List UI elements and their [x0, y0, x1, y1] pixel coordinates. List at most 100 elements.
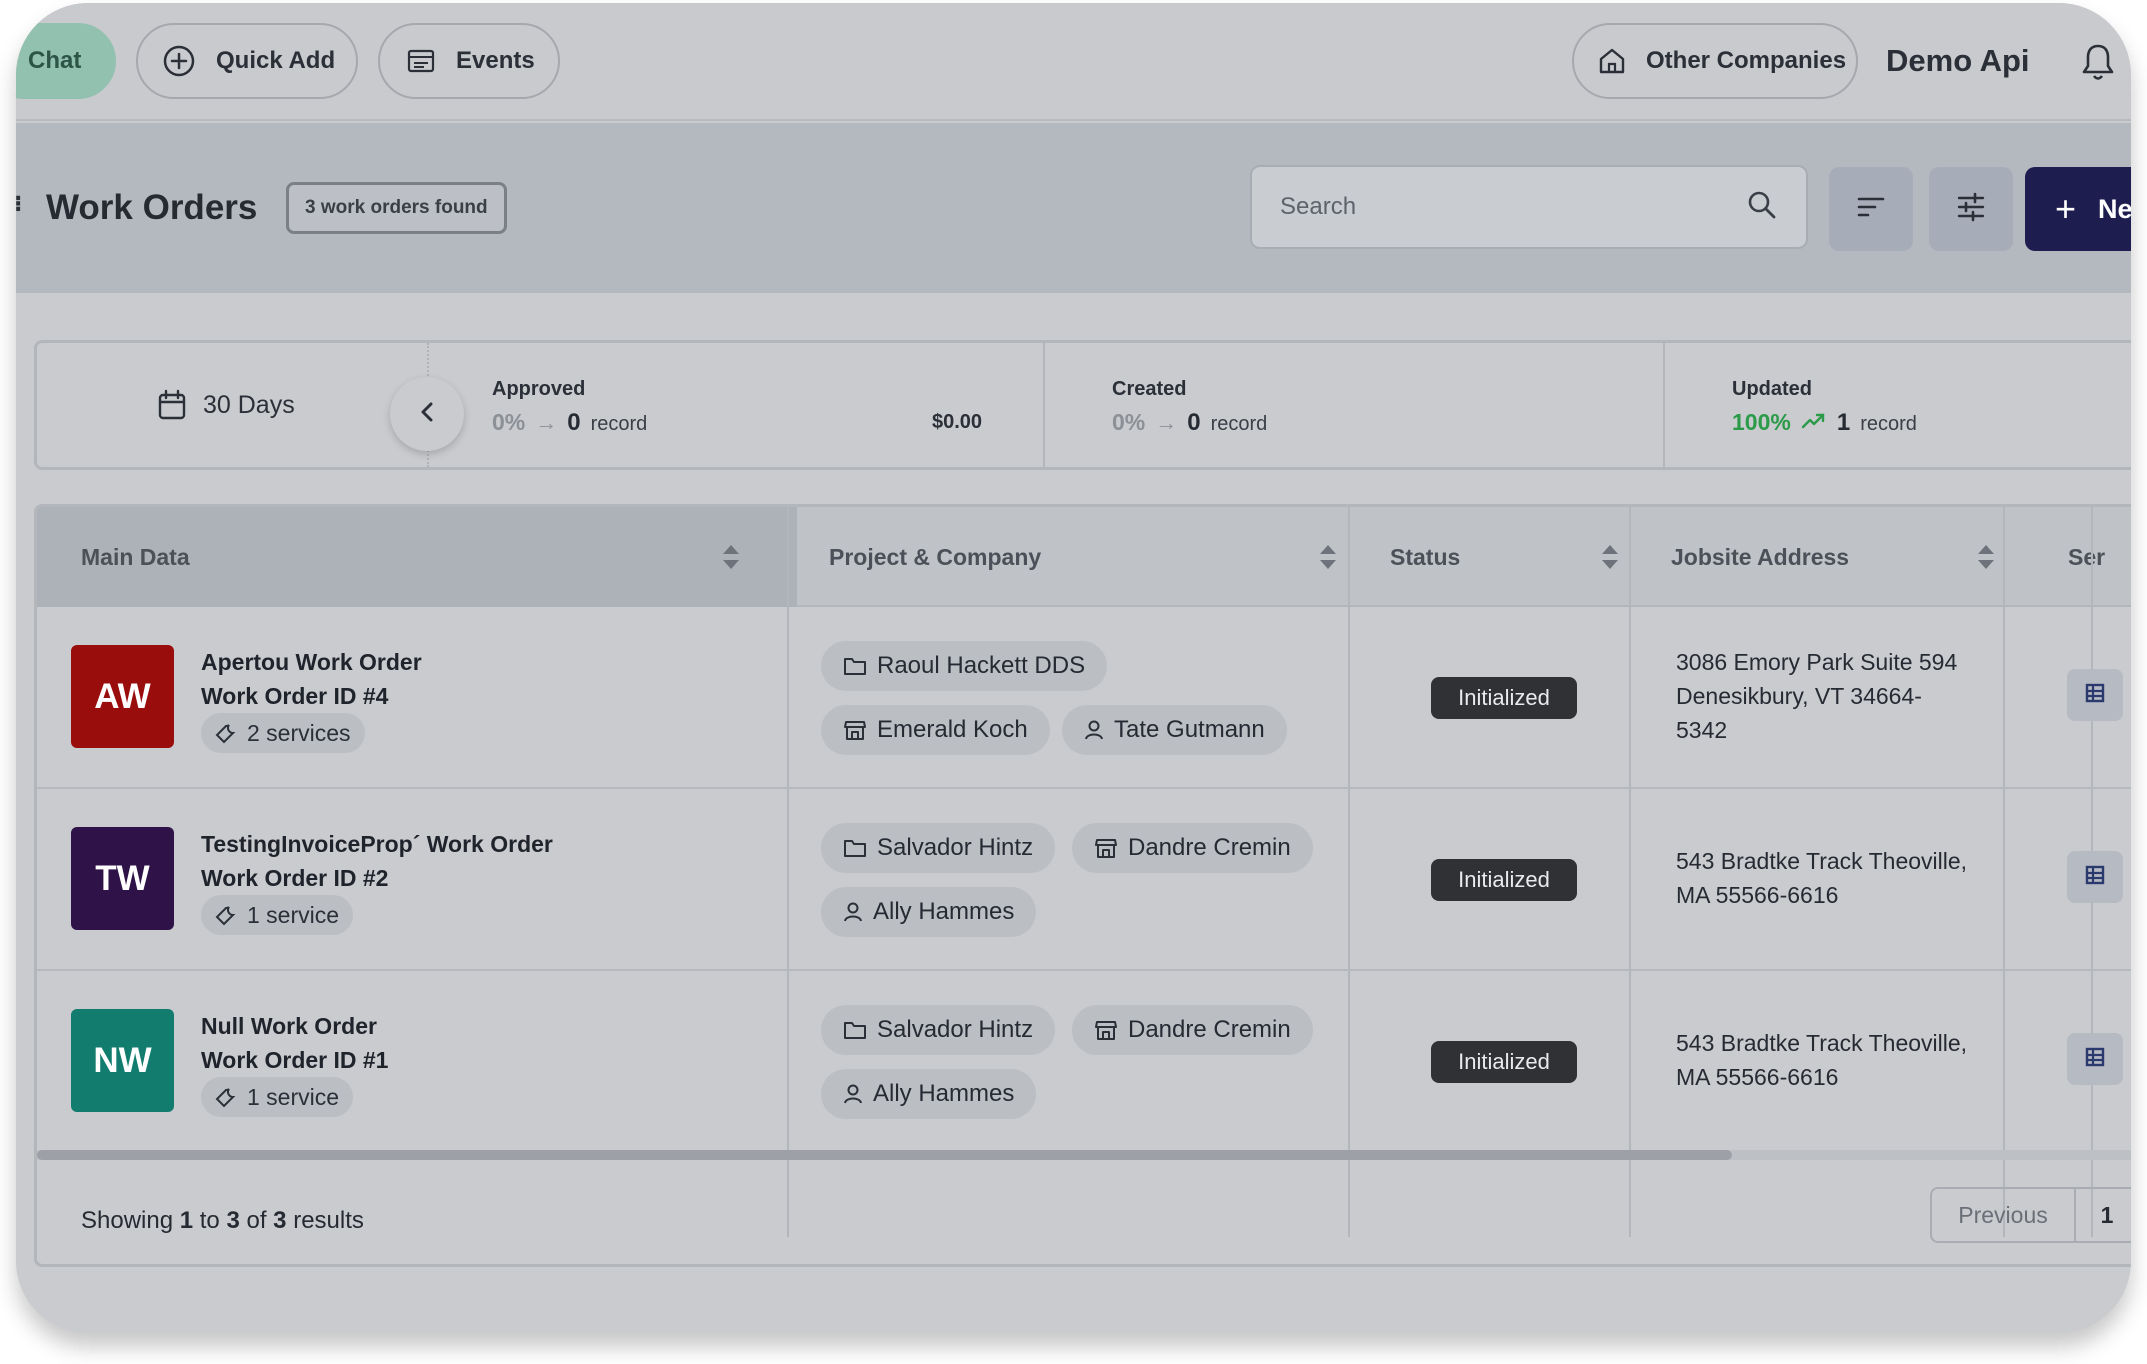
work-order-title[interactable]: TestingInvoiceProp´ Work Order Work Orde… — [201, 827, 553, 895]
column-header-project-company[interactable]: Project & Company — [829, 507, 1389, 607]
folder-icon — [843, 656, 867, 676]
company-chip[interactable]: Dandre Cremin — [1072, 1005, 1313, 1055]
stat-approved: Approved 0% → 0 record — [492, 378, 647, 437]
column-label: Status — [1390, 543, 1461, 570]
stat-percent: 0% — [1112, 409, 1146, 435]
table-row[interactable]: NW Null Work Order Work Order ID #1 1 se… — [37, 971, 2131, 1153]
summary-text: to — [199, 1207, 220, 1234]
work-order-title[interactable]: Apertou Work Order Work Order ID #4 — [201, 645, 422, 713]
quick-add-button[interactable]: Quick Add — [136, 23, 358, 99]
search-icon[interactable] — [1746, 189, 1778, 226]
wrench-icon — [215, 1086, 237, 1108]
sort-arrows-icon[interactable] — [1600, 543, 1620, 577]
services-button[interactable] — [2067, 1033, 2123, 1085]
home-icon — [1596, 45, 1628, 77]
contact-chip[interactable]: Tate Gutmann — [1062, 705, 1287, 755]
new-work-order-button[interactable]: + Ne — [2025, 167, 2131, 251]
column-header-main-data[interactable]: Main Data — [37, 507, 797, 607]
arrow-right-icon: → — [1155, 410, 1178, 435]
folder-icon — [843, 838, 867, 858]
services-count: 1 service — [247, 1083, 340, 1110]
page-number-button[interactable]: 1 — [2076, 1189, 2131, 1241]
app-window: Chat Quick Add Events Other Companies De… — [16, 3, 2131, 1333]
sort-arrows-icon[interactable] — [721, 543, 741, 577]
project-name: Salvador Hintz — [877, 1016, 1034, 1043]
column-header-services[interactable]: Ser — [2068, 507, 2131, 607]
column-label: Main Data — [81, 543, 190, 570]
contact-chip[interactable]: Ally Hammes — [821, 887, 1037, 937]
summary-text: Showing — [81, 1207, 174, 1234]
summary-to: 3 — [226, 1207, 240, 1234]
top-bar: Chat Quick Add Events Other Companies De… — [16, 3, 2131, 121]
other-companies-button[interactable]: Other Companies — [1572, 23, 1858, 99]
divider — [1043, 343, 1045, 467]
column-label: Project & Company — [829, 543, 1042, 570]
contact-chip[interactable]: Ally Hammes — [821, 1069, 1037, 1119]
sliders-icon — [1956, 192, 1986, 227]
sort-arrows-icon[interactable] — [1976, 543, 1996, 577]
contact-name: Ally Hammes — [873, 1080, 1015, 1107]
period-selector[interactable]: 30 Days — [157, 389, 295, 421]
address-line: MA 55566-6616 — [1676, 1064, 1839, 1090]
store-icon — [843, 719, 867, 741]
services-button[interactable] — [2067, 669, 2123, 721]
services-count: 1 service — [247, 901, 340, 928]
stats-bar: 30 Days Approved 0% → 0 record $0.00 Cre… — [34, 340, 2131, 470]
column-header-status[interactable]: Status — [1390, 507, 1670, 607]
sort-button[interactable] — [1829, 167, 1913, 251]
avatar: NW — [71, 1009, 174, 1112]
project-chip[interactable]: Salvador Hintz — [821, 823, 1056, 873]
contact-name: Tate Gutmann — [1114, 716, 1265, 743]
table-icon — [2084, 682, 2106, 709]
chat-button[interactable]: Chat — [16, 23, 116, 99]
table-icon — [2084, 1046, 2106, 1073]
period-label: 30 Days — [203, 390, 295, 419]
sort-arrows-icon[interactable] — [1318, 543, 1338, 577]
summary-total: 3 — [273, 1207, 287, 1234]
address-line: Denesikbury, VT 34664- — [1676, 683, 1922, 709]
summary-from: 1 — [179, 1207, 194, 1234]
work-order-id: Work Order ID #1 — [201, 1047, 389, 1073]
work-order-id: Work Order ID #2 — [201, 865, 389, 891]
company-name: Dandre Cremin — [1128, 1016, 1291, 1043]
arrow-right-icon: → — [535, 410, 558, 435]
project-chip[interactable]: Salvador Hintz — [821, 1005, 1056, 1055]
stat-count: 0 — [567, 409, 581, 436]
filter-button[interactable] — [1929, 167, 2013, 251]
address-line: 5342 — [1676, 717, 1728, 743]
table-row[interactable]: AW Apertou Work Order Work Order ID #4 2… — [37, 607, 2131, 789]
search-box[interactable] — [1250, 165, 1808, 249]
work-order-title[interactable]: Null Work Order Work Order ID #1 — [201, 1009, 388, 1077]
user-icon — [843, 1083, 863, 1105]
company-chip[interactable]: Emerald Koch — [821, 705, 1050, 755]
search-input[interactable] — [1280, 193, 1746, 221]
previous-page-button[interactable]: Previous — [1932, 1189, 2076, 1241]
address-line: 543 Bradtke Track Theoville, — [1676, 1030, 1968, 1056]
stat-count: 0 — [1187, 409, 1201, 436]
table-row[interactable]: TW TestingInvoiceProp´ Work Order Work O… — [37, 789, 2131, 971]
column-label: Ser — [2068, 543, 2106, 570]
status-badge: Initialized — [1431, 677, 1577, 719]
services-chip[interactable]: 1 service — [201, 1077, 354, 1117]
services-chip[interactable]: 1 service — [201, 895, 354, 935]
summary-text: of — [246, 1207, 267, 1234]
stat-label: Approved — [492, 378, 586, 400]
bell-icon[interactable] — [2080, 41, 2116, 88]
sort-icon — [1856, 195, 1886, 224]
stat-amount: $0.00 — [932, 411, 983, 433]
pagination-summary: Showing 1 to 3 of 3 results — [81, 1207, 364, 1235]
address-line: 3086 Emory Park Suite 594 — [1676, 649, 1958, 675]
company-chip[interactable]: Dandre Cremin — [1072, 823, 1313, 873]
project-chip[interactable]: Raoul Hackett DDS — [821, 641, 1108, 691]
events-button[interactable]: Events — [378, 23, 560, 99]
table-icon — [2084, 864, 2106, 891]
column-header-jobsite-address[interactable]: Jobsite Address — [1671, 507, 2041, 607]
work-order-name: TestingInvoiceProp´ Work Order — [201, 831, 553, 857]
summary-text: results — [293, 1207, 364, 1234]
services-chip[interactable]: 2 services — [201, 713, 365, 753]
account-name[interactable]: Demo Api — [1886, 43, 2030, 79]
stats-prev-button[interactable] — [390, 377, 464, 451]
horizontal-scrollbar-thumb[interactable] — [37, 1150, 1732, 1160]
services-button[interactable] — [2067, 851, 2123, 903]
avatar: TW — [71, 827, 174, 930]
